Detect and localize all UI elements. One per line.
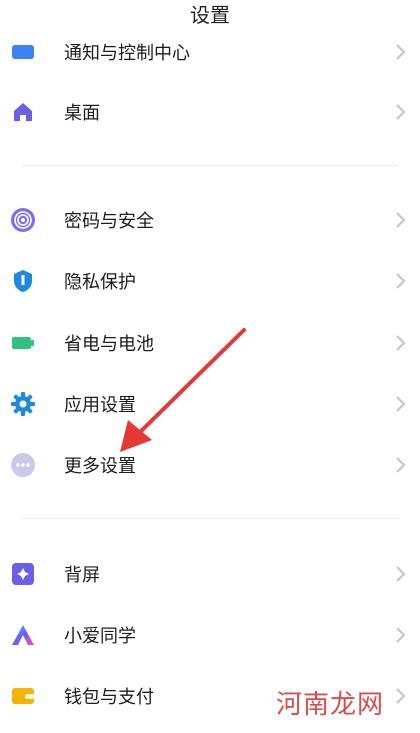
settings-item-app-settings[interactable]: 应用设置 bbox=[0, 374, 420, 434]
settings-item-label: 密码与安全 bbox=[64, 211, 154, 232]
chevron-right-icon bbox=[394, 564, 406, 584]
section-divider bbox=[22, 165, 398, 166]
chevron-right-icon bbox=[394, 625, 406, 645]
settings-item-label: 省电与电池 bbox=[64, 334, 154, 355]
chevron-right-icon bbox=[394, 686, 406, 706]
settings-item-battery[interactable]: 省电与电池 bbox=[0, 313, 420, 373]
settings-item-label: 桌面 bbox=[64, 103, 100, 124]
settings-item-label: 隐私保护 bbox=[64, 272, 136, 293]
chevron-right-icon bbox=[394, 102, 406, 122]
chevron-right-icon bbox=[394, 333, 406, 353]
more-dots-icon bbox=[10, 452, 36, 478]
chevron-right-icon bbox=[394, 455, 406, 475]
settings-item-password-security[interactable]: 密码与安全 bbox=[0, 190, 420, 250]
settings-item-notifications[interactable]: 通知与控制中心 bbox=[0, 22, 420, 82]
privacy-shield-icon bbox=[10, 268, 36, 294]
wallet-icon bbox=[10, 683, 36, 709]
section-divider bbox=[22, 518, 398, 519]
settings-item-label: 小爱同学 bbox=[64, 626, 136, 647]
chevron-right-icon bbox=[394, 271, 406, 291]
settings-item-label: 更多设置 bbox=[64, 456, 136, 477]
fingerprint-icon bbox=[10, 207, 36, 233]
settings-item-desktop[interactable]: 桌面 bbox=[0, 82, 420, 142]
settings-item-xiaoai[interactable]: 小爱同学 bbox=[0, 605, 420, 665]
notification-icon bbox=[10, 39, 36, 65]
back-screen-icon bbox=[10, 561, 36, 587]
settings-item-privacy[interactable]: 隐私保护 bbox=[0, 251, 420, 311]
watermark-logo: 河南龙网 bbox=[275, 690, 384, 720]
settings-item-label: 钱包与支付 bbox=[64, 687, 154, 708]
settings-item-label: 应用设置 bbox=[64, 395, 136, 416]
gear-icon bbox=[10, 391, 36, 417]
settings-item-more-settings[interactable]: 更多设置 bbox=[0, 435, 420, 495]
home-icon bbox=[10, 99, 36, 125]
chevron-right-icon bbox=[394, 42, 406, 62]
xiaoai-icon bbox=[10, 622, 36, 648]
settings-item-label: 通知与控制中心 bbox=[64, 43, 190, 64]
chevron-right-icon bbox=[394, 394, 406, 414]
settings-item-back-screen[interactable]: 背屏 bbox=[0, 544, 420, 604]
battery-icon bbox=[10, 330, 36, 356]
settings-item-label: 背屏 bbox=[64, 565, 100, 586]
chevron-right-icon bbox=[394, 210, 406, 230]
